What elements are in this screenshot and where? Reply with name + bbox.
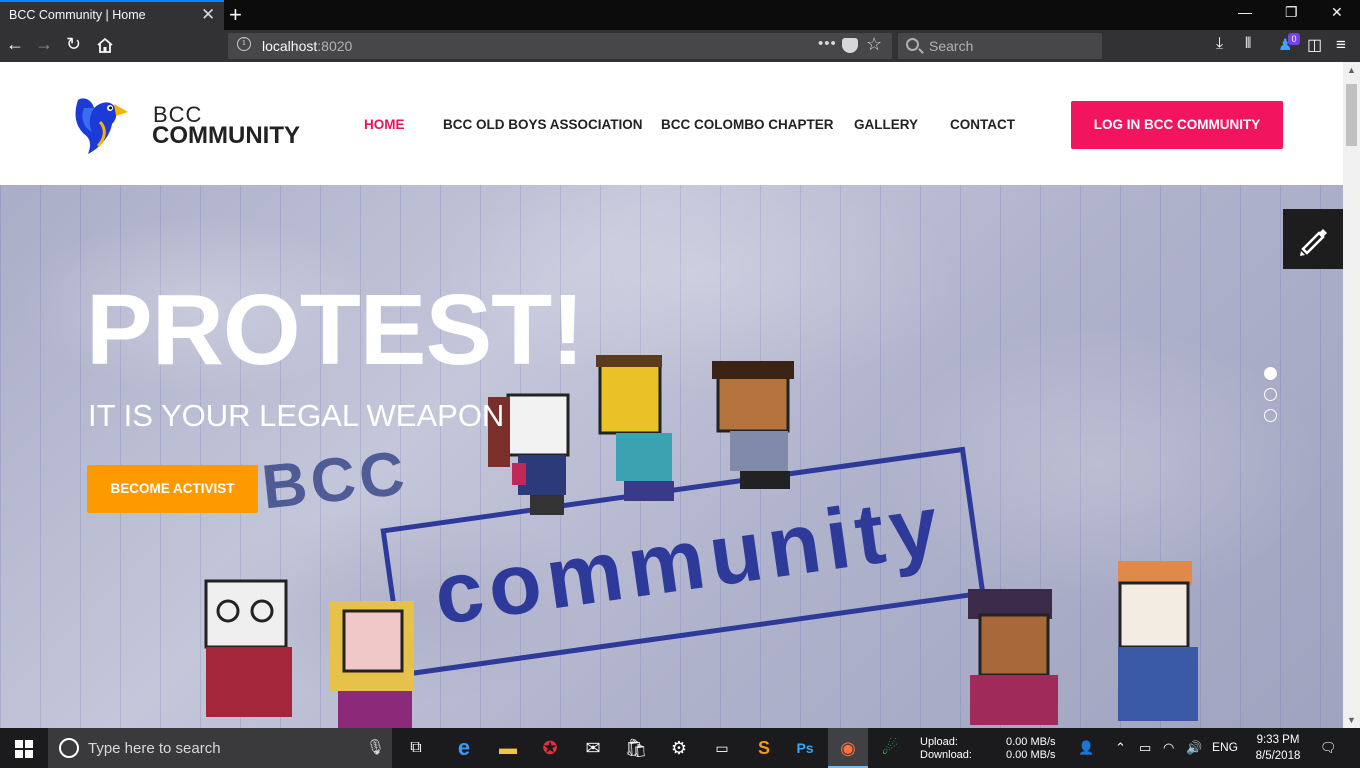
extension-badge: 0 — [1288, 33, 1300, 45]
slider-dot-3[interactable] — [1264, 409, 1277, 422]
login-button[interactable]: LOG IN BCC COMMUNITY — [1071, 101, 1283, 149]
upload-label: Upload: — [920, 736, 958, 748]
firefox-icon: ◉ — [840, 738, 856, 758]
slider-dot-2[interactable] — [1264, 388, 1277, 401]
windows-start-icon[interactable] — [15, 740, 33, 758]
notifications-icon[interactable]: 🗨 — [1320, 740, 1337, 756]
page-viewport: BCC COMMUNITY HOME BCC OLD BOYS ASSOCIAT… — [0, 62, 1343, 728]
sidebar-icon[interactable]: ◫ — [1307, 35, 1322, 55]
menu-icon[interactable]: ≡ — [1336, 35, 1346, 55]
hero-title: PROTEST! — [86, 274, 585, 386]
nav-colombo-chapter[interactable]: BCC COLOMBO CHAPTER — [661, 117, 834, 132]
restore-window-icon[interactable]: ❐ — [1285, 4, 1298, 21]
hero-slider: BCC community PROTEST! IT IS YOUR LEGAL … — [0, 185, 1343, 728]
browser-toolbar: ← → ↻ i localhost:8020 ••• ☆ Search ⤓ ⫴ … — [0, 30, 1360, 62]
nav-gallery[interactable]: GALLERY — [854, 117, 918, 132]
volume-icon[interactable]: 🔊 — [1186, 740, 1202, 756]
browser-tab-bar: BCC Community | Home ✕ + — ❐ ✕ — [0, 0, 1360, 30]
pocket-icon[interactable] — [842, 38, 858, 53]
terminal-icon[interactable]: ▭ — [710, 736, 734, 760]
pixel-character-woman — [968, 589, 1058, 725]
site-info-icon[interactable]: i — [237, 37, 251, 51]
battery-icon[interactable]: ▭ — [1139, 740, 1151, 756]
file-explorer-icon[interactable]: ▬ — [496, 736, 520, 760]
scroll-up-arrow-icon[interactable]: ▲ — [1347, 65, 1356, 75]
taskbar-search-placeholder: Type here to search — [88, 740, 221, 757]
brush-icon — [1300, 229, 1327, 256]
cortana-icon — [59, 738, 79, 758]
pixel-character-afro — [712, 361, 794, 489]
firefox-taskbar-item[interactable]: ◉ — [828, 728, 868, 768]
new-tab-button[interactable]: + — [229, 2, 242, 28]
back-arrow-icon[interactable]: ← — [6, 34, 24, 55]
url-bar[interactable]: i localhost:8020 ••• ☆ — [228, 33, 892, 59]
taskbar-search-box[interactable]: Type here to search 🎙 — [48, 728, 392, 768]
mail-icon[interactable]: ✉ — [581, 736, 605, 760]
page-actions-icon[interactable]: ••• — [818, 35, 837, 52]
photoshop-icon[interactable]: Ps — [793, 736, 817, 760]
people-icon[interactable]: 👤 — [1078, 740, 1094, 756]
settings-gear-icon[interactable]: ⚙ — [667, 736, 691, 760]
store-icon[interactable]: 🛍 — [624, 736, 648, 760]
page-scrollbar[interactable]: ▲ ▼ — [1343, 62, 1360, 728]
browser-tab-active[interactable]: BCC Community | Home ✕ — [0, 0, 224, 30]
sublime-text-icon[interactable]: S — [752, 736, 776, 760]
reload-icon[interactable]: ↻ — [66, 34, 81, 55]
nav-contact[interactable]: CONTACT — [950, 117, 1015, 132]
pixel-character-ginger — [1118, 561, 1198, 721]
site-header: BCC COMMUNITY HOME BCC OLD BOYS ASSOCIAT… — [0, 62, 1343, 185]
scroll-down-arrow-icon[interactable]: ▼ — [1347, 715, 1356, 725]
close-tab-icon[interactable]: ✕ — [201, 5, 215, 25]
downloads-icon[interactable]: ⤓ — [1216, 35, 1223, 53]
library-icon[interactable]: ⫴ — [1245, 35, 1251, 52]
bird-logo-icon[interactable] — [70, 94, 130, 156]
forward-arrow-icon[interactable]: → — [35, 34, 53, 55]
pixel-character-old-man — [204, 579, 292, 717]
minimize-window-icon[interactable]: — — [1238, 4, 1252, 20]
hero-subtitle: IT IS YOUR LEGAL WEAPON — [88, 398, 505, 433]
system-clock[interactable]: 9:33 PM 8/5/2018 — [1250, 732, 1306, 764]
bookmark-star-icon[interactable]: ☆ — [866, 34, 882, 55]
url-text: localhost:8020 — [262, 38, 353, 54]
pixel-character-yellow — [596, 355, 674, 501]
task-view-icon[interactable]: ⧉ — [404, 736, 428, 760]
search-icon — [906, 38, 919, 51]
edge-browser-icon[interactable]: e — [452, 736, 476, 760]
nav-home[interactable]: HOME — [364, 117, 405, 132]
clock-time: 9:33 PM — [1256, 734, 1300, 746]
tray-expand-icon[interactable]: ⌃ — [1115, 740, 1126, 756]
close-window-icon[interactable]: ✕ — [1331, 4, 1343, 21]
brand-name-bottom: COMMUNITY — [152, 122, 300, 149]
slider-dot-1[interactable] — [1264, 367, 1277, 380]
tab-title: BCC Community | Home — [9, 8, 146, 22]
wifi-icon[interactable]: ◠ — [1163, 740, 1174, 756]
app-red-icon[interactable]: ✪ — [538, 736, 562, 760]
download-label: Download: — [920, 749, 972, 761]
upload-rate: 0.00 MB/s — [1006, 736, 1056, 748]
search-placeholder: Search — [929, 38, 974, 54]
style-switcher-button[interactable] — [1283, 209, 1343, 269]
clock-date: 8/5/2018 — [1255, 750, 1301, 762]
scroll-thumb[interactable] — [1346, 84, 1357, 146]
microphone-icon[interactable]: 🎙 — [366, 738, 385, 756]
search-bar[interactable]: Search — [898, 33, 1102, 59]
windows-taskbar: Type here to search 🎙 ⧉ e ▬ ✪ ✉ 🛍 ⚙ ▭ S … — [0, 728, 1360, 768]
language-indicator[interactable]: ENG — [1212, 740, 1238, 754]
become-activist-button[interactable]: BECOME ACTIVIST — [87, 465, 258, 513]
pixel-characters-illustration — [204, 355, 1198, 728]
download-rate: 0.00 MB/s — [1006, 749, 1056, 761]
home-icon[interactable] — [96, 37, 114, 54]
download-manager-icon[interactable]: ☄ — [878, 736, 902, 760]
pixel-character-blonde — [330, 601, 414, 728]
nav-old-boys-association[interactable]: BCC OLD BOYS ASSOCIATION — [443, 117, 643, 132]
